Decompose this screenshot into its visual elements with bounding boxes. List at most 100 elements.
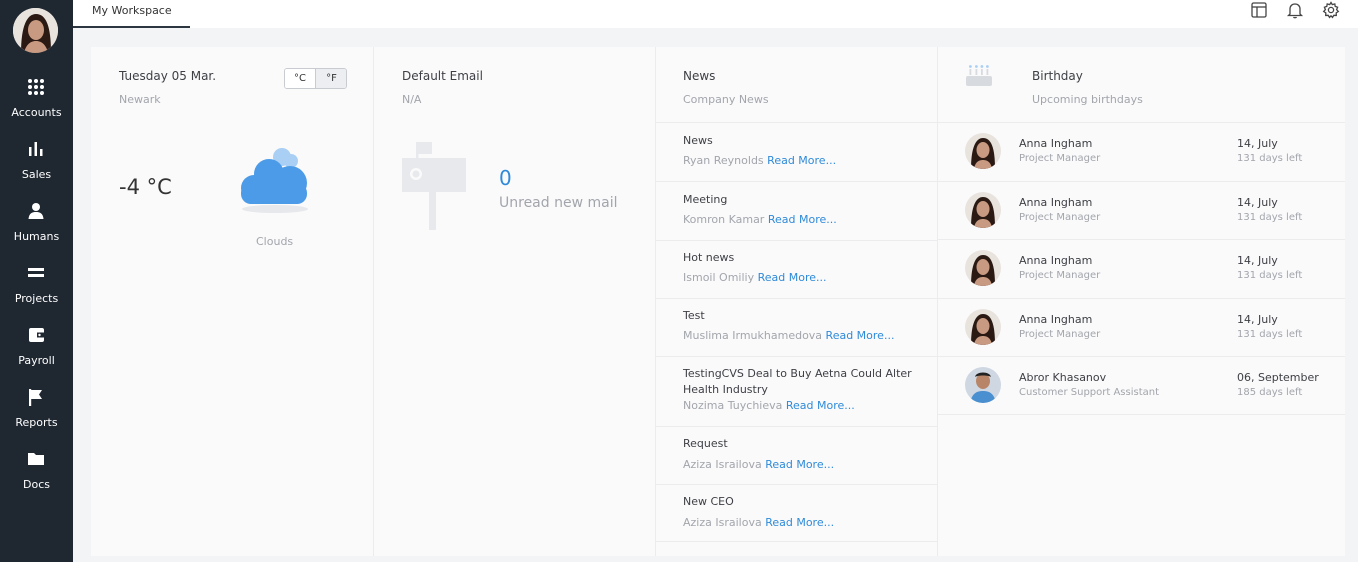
days-left: 131 days left bbox=[1237, 329, 1303, 340]
news-item-title: Hot news bbox=[683, 251, 735, 264]
avatar bbox=[965, 133, 1001, 169]
workspace-panel: Tuesday 05 Mar. Newark °C °F -4 °C Cloud… bbox=[91, 47, 1345, 556]
days-left: 131 days left bbox=[1237, 270, 1303, 281]
user-avatar[interactable] bbox=[13, 8, 58, 53]
news-item-meta: Ismoil Omiliy Read More... bbox=[683, 271, 827, 284]
news-item-meta: Komron Kamar Read More... bbox=[683, 213, 837, 226]
person-name: Anna Ingham bbox=[1019, 313, 1093, 326]
read-more-link[interactable]: Read More... bbox=[767, 154, 836, 167]
person-role: Project Manager bbox=[1019, 270, 1101, 281]
birthday-date: 06, September bbox=[1237, 371, 1319, 384]
unread-count: 0 bbox=[499, 166, 512, 190]
read-more-link[interactable]: Read More... bbox=[765, 458, 834, 471]
sidebar-item-projects[interactable]: Projects bbox=[0, 263, 73, 325]
birthday-widget: Birthday Upcoming birthdays Anna Ingham … bbox=[938, 47, 1345, 556]
news-item-meta: Nozima Tuychieva Read More... bbox=[683, 399, 855, 412]
days-left: 131 days left bbox=[1237, 212, 1303, 223]
list-item: Meeting Komron Kamar Read More... bbox=[656, 181, 938, 240]
news-item-title: New CEO bbox=[683, 495, 734, 508]
folder-icon bbox=[28, 453, 44, 465]
read-more-link[interactable]: Read More... bbox=[768, 213, 837, 226]
news-item-title: Test bbox=[683, 309, 705, 322]
days-left: 185 days left bbox=[1237, 387, 1303, 398]
unit-toggle: °C °F bbox=[284, 68, 347, 89]
fahrenheit-button[interactable]: °F bbox=[316, 69, 346, 88]
read-more-link[interactable]: Read More... bbox=[758, 271, 827, 284]
avatar bbox=[965, 250, 1001, 286]
list-item: TestingCVS Deal to Buy Aetna Could Alter… bbox=[656, 356, 938, 426]
bell-icon[interactable] bbox=[1286, 1, 1304, 19]
sidebar-item-payroll[interactable]: Payroll bbox=[0, 325, 73, 387]
sidebar-item-accounts[interactable]: Accounts bbox=[0, 77, 73, 139]
weather-date: Tuesday 05 Mar. bbox=[119, 69, 217, 83]
mailbox-icon bbox=[402, 142, 466, 230]
sidebar-item-label: Projects bbox=[14, 292, 59, 305]
news-widget: News Company News News Ryan Reynolds Rea… bbox=[656, 47, 938, 556]
grid-dots-icon bbox=[28, 79, 44, 95]
weather-widget: Tuesday 05 Mar. Newark °C °F -4 °C Cloud… bbox=[91, 47, 374, 556]
news-subtitle: Company News bbox=[683, 93, 769, 106]
sidebar-item-docs[interactable]: Docs bbox=[0, 449, 73, 511]
birthday-date: 14, July bbox=[1237, 137, 1278, 150]
birthday-date: 14, July bbox=[1237, 196, 1278, 209]
celsius-button[interactable]: °C bbox=[285, 69, 316, 88]
wallet-icon bbox=[29, 328, 44, 342]
news-item-author: Ismoil Omiliy bbox=[683, 271, 755, 284]
avatar bbox=[965, 309, 1001, 345]
person-name: Anna Ingham bbox=[1019, 254, 1093, 267]
birthday-date: 14, July bbox=[1237, 254, 1278, 267]
top-bar: My Workspace bbox=[73, 0, 1358, 28]
table-row: Anna Ingham Project Manager 14, July 131… bbox=[938, 181, 1345, 240]
email-widget: Default Email N/A 0 Unread new mail bbox=[374, 47, 656, 556]
news-item-title: Meeting bbox=[683, 193, 728, 206]
read-more-link[interactable]: Read More... bbox=[786, 399, 855, 412]
weather-condition: Clouds bbox=[256, 235, 294, 248]
person-icon bbox=[28, 203, 44, 219]
person-name: Abror Khasanov bbox=[1019, 371, 1107, 384]
news-item-author: Komron Kamar bbox=[683, 213, 765, 226]
person-role: Project Manager bbox=[1019, 153, 1101, 164]
news-item-meta: Muslima Irmukhamedova Read More... bbox=[683, 329, 894, 342]
news-item-author: Nozima Tuychieva bbox=[683, 399, 783, 412]
person-role: Project Manager bbox=[1019, 212, 1101, 223]
table-row: Anna Ingham Project Manager 14, July 131… bbox=[938, 298, 1345, 357]
news-item-meta: Aziza Israilova Read More... bbox=[683, 458, 834, 471]
sidebar-item-label: Reports bbox=[15, 416, 58, 429]
temperature-value: -4 °C bbox=[119, 175, 172, 199]
list-item: News Ryan Reynolds Read More... bbox=[656, 122, 938, 181]
avatar bbox=[965, 367, 1001, 403]
cake-icon bbox=[966, 65, 992, 86]
news-item-meta: Ryan Reynolds Read More... bbox=[683, 154, 836, 167]
news-item-meta: Aziza Israilova Read More... bbox=[683, 516, 834, 529]
avatar bbox=[965, 192, 1001, 228]
unread-label: Unread new mail bbox=[499, 195, 618, 211]
list-item: New CEO Aziza Israilova Read More... bbox=[656, 484, 938, 542]
flag-icon bbox=[29, 389, 42, 406]
sidebar-item-reports[interactable]: Reports bbox=[0, 387, 73, 449]
news-item-title: Request bbox=[683, 437, 728, 450]
layout-icon[interactable] bbox=[1250, 1, 1268, 19]
tab-my-workspace[interactable]: My Workspace bbox=[73, 0, 190, 28]
sidebar-item-sales[interactable]: Sales bbox=[0, 139, 73, 201]
sidebar-item-label: Humans bbox=[13, 230, 60, 243]
read-more-link[interactable]: Read More... bbox=[765, 516, 834, 529]
person-role: Project Manager bbox=[1019, 329, 1101, 340]
sidebar: Accounts Sales Humans Projects Payroll R… bbox=[0, 0, 73, 562]
weather-location: Newark bbox=[119, 93, 161, 106]
sidebar-item-humans[interactable]: Humans bbox=[0, 201, 73, 263]
news-item-author: Aziza Israilova bbox=[683, 458, 762, 471]
birthday-subtitle: Upcoming birthdays bbox=[1032, 93, 1143, 106]
news-item-author: Ryan Reynolds bbox=[683, 154, 764, 167]
equals-icon bbox=[28, 268, 44, 277]
news-item-title: News bbox=[683, 134, 713, 147]
person-name: Anna Ingham bbox=[1019, 196, 1093, 209]
table-row: Anna Ingham Project Manager 14, July 131… bbox=[938, 239, 1345, 298]
gear-icon[interactable] bbox=[1322, 1, 1340, 19]
cloud-icon bbox=[241, 148, 308, 213]
news-title: News bbox=[683, 69, 716, 83]
read-more-link[interactable]: Read More... bbox=[826, 329, 895, 342]
sidebar-item-label: Accounts bbox=[11, 106, 62, 119]
person-name: Anna Ingham bbox=[1019, 137, 1093, 150]
email-account: N/A bbox=[402, 93, 422, 106]
person-role: Customer Support Assistant bbox=[1019, 387, 1160, 398]
